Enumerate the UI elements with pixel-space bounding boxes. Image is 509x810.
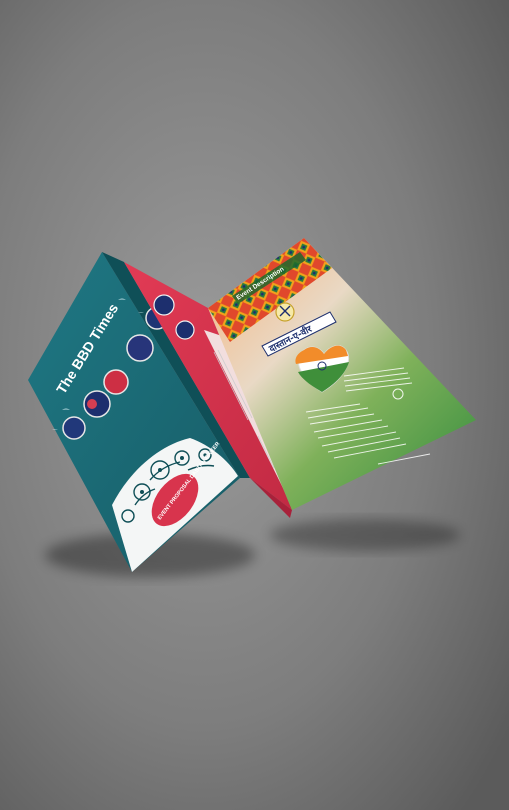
inner-photo-1 <box>153 294 175 316</box>
brochure-mockup-photo: The BBD Times EVENT PROPOSAL DASTAN-E-VE… <box>0 0 509 810</box>
inner-photo-2 <box>175 320 195 340</box>
emblem-icon <box>275 302 295 322</box>
shadow-right <box>270 519 460 551</box>
